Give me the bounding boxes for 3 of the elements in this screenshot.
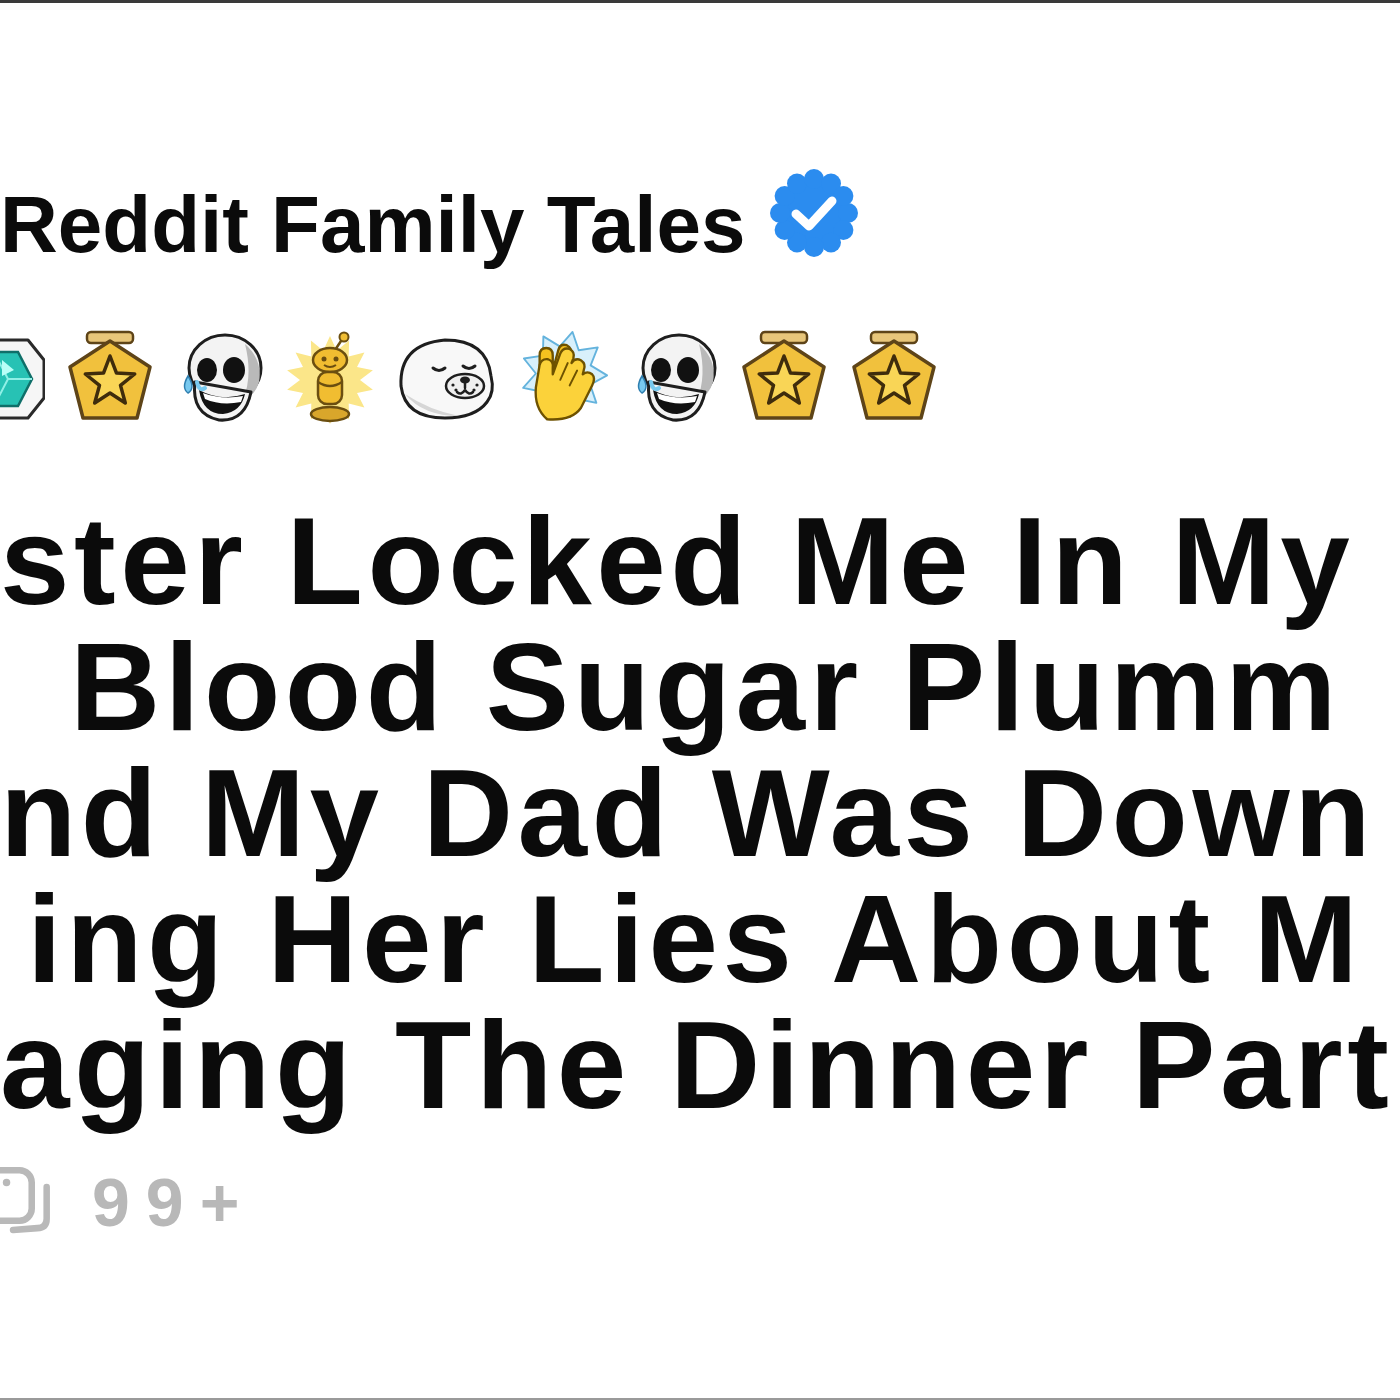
golden-figure-icon: [285, 330, 375, 426]
post-title: ster Locked Me In My Blood Sugar Plumm nd My Dad Was Down ing Her Lies About M aging The Dinner Part: [0, 490, 1395, 1136]
comment-count: 99+: [92, 1168, 256, 1236]
